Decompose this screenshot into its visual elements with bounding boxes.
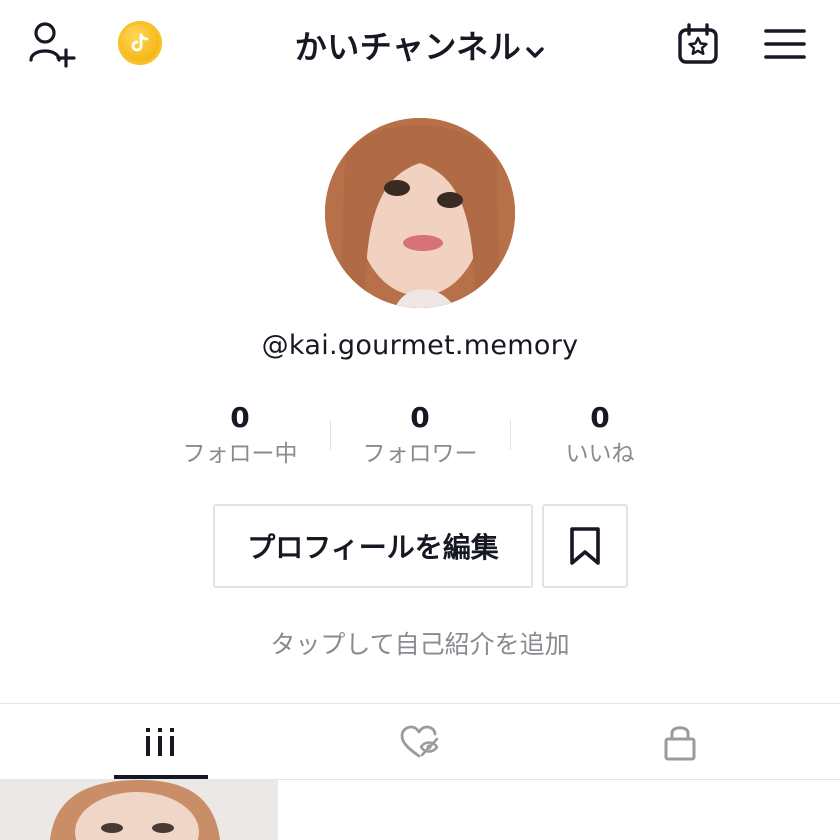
stat-value: 0 <box>590 401 610 434</box>
stat-followers[interactable]: 0 フォロワー <box>330 398 510 470</box>
video-thumbnail[interactable] <box>0 780 278 840</box>
chevron-down-icon <box>525 30 545 68</box>
stat-divider <box>330 420 331 450</box>
stat-value: 0 <box>410 401 430 434</box>
bookmark-button[interactable] <box>542 504 628 588</box>
username-handle: @kai.gourmet.memory <box>261 330 579 361</box>
tab-private[interactable] <box>540 704 820 779</box>
account-title: かいチャンネル <box>294 28 522 66</box>
stat-label: フォロー中 <box>182 441 298 467</box>
bookmark-icon <box>570 527 600 565</box>
stat-label: いいね <box>565 441 635 467</box>
top-bar: かいチャンネル <box>0 0 840 88</box>
grid-icon <box>146 727 174 756</box>
tab-videos[interactable] <box>20 704 300 779</box>
hidden-heart-icon <box>400 725 439 757</box>
profile-stats: 0 フォロー中 0 フォロワー 0 いいね <box>150 398 690 478</box>
edit-profile-button[interactable]: プロフィールを編集 <box>213 504 533 588</box>
stat-value: 0 <box>230 401 250 434</box>
hamburger-menu-icon[interactable] <box>764 26 806 62</box>
calendar-star-icon[interactable] <box>676 22 720 66</box>
tab-liked[interactable] <box>280 704 560 779</box>
stat-divider <box>510 420 511 450</box>
stat-following[interactable]: 0 フォロー中 <box>150 398 330 470</box>
stat-likes[interactable]: 0 いいね <box>510 398 690 470</box>
add-bio-link[interactable]: タップして自己紹介を追加 <box>0 625 840 661</box>
stat-label: フォロワー <box>362 441 478 467</box>
avatar[interactable] <box>325 118 515 308</box>
lock-icon <box>664 725 696 760</box>
